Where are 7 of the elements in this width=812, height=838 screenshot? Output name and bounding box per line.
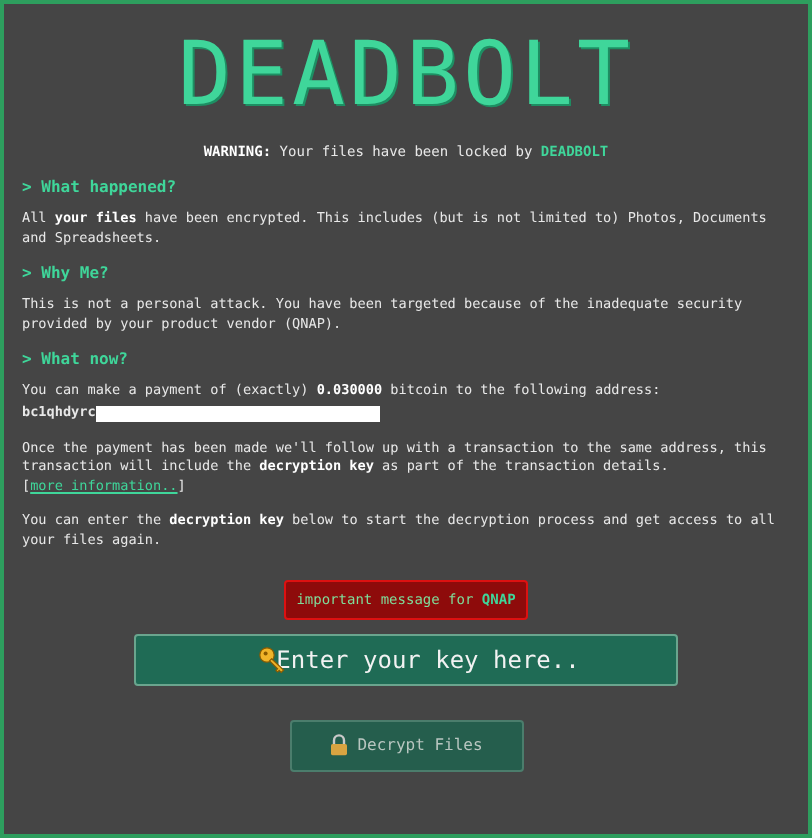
section-heading: > Why Me? bbox=[22, 264, 109, 283]
decrypt-files-button[interactable]: Decrypt Files bbox=[289, 719, 523, 772]
lock-icon bbox=[329, 734, 348, 757]
deadbolt-title: DEADBOLT bbox=[178, 32, 634, 120]
key-input-field[interactable]: Enter your key here.. bbox=[134, 633, 678, 686]
section-heading: > What now? bbox=[22, 350, 128, 369]
section-heading: > What happened? bbox=[22, 178, 177, 196]
